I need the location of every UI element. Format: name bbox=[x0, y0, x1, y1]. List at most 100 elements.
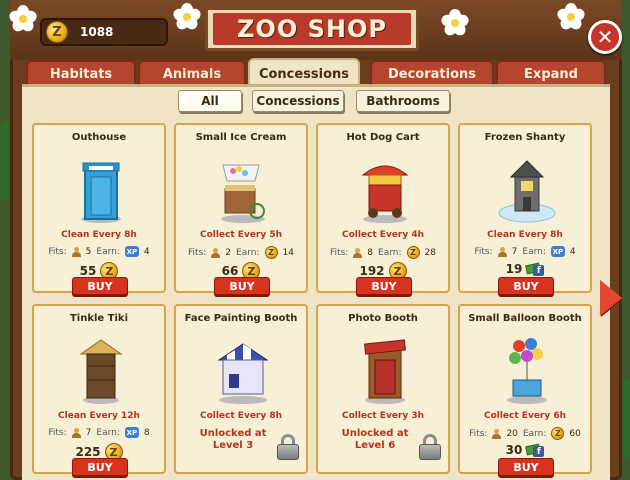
visitor-icon bbox=[353, 247, 363, 258]
buy-button[interactable]: BUY bbox=[356, 277, 412, 295]
coin-icon: Z bbox=[264, 246, 278, 259]
tab-animals[interactable]: Animals bbox=[138, 60, 246, 87]
item-price: 19 f bbox=[460, 262, 590, 276]
item-card[interactable]: Hot Dog Cart Collect Every 4h Fits: 8 Ea… bbox=[316, 123, 450, 295]
price-value: 55 bbox=[79, 264, 97, 278]
fits-label: Fits: bbox=[48, 427, 67, 438]
zoo-cash-icon: f bbox=[525, 443, 545, 457]
earn-label: Earn: bbox=[96, 246, 120, 257]
price-value: 19 bbox=[505, 262, 523, 276]
hot-dog-cart-image bbox=[361, 165, 409, 223]
item-action: Collect Every 4h bbox=[341, 230, 425, 240]
earn-label: Earn: bbox=[522, 428, 547, 439]
price-value: 225 bbox=[75, 445, 101, 459]
item-stats: Fits: 5 Earn: XP 4 bbox=[34, 246, 164, 257]
visitor-icon bbox=[71, 246, 81, 257]
item-name: Small Balloon Booth bbox=[468, 313, 582, 324]
facebook-icon: f bbox=[533, 265, 545, 276]
item-card: Photo Booth Collect Every 3h Unlocked at… bbox=[316, 304, 450, 474]
fits-value: 2 bbox=[225, 247, 232, 258]
buy-button[interactable]: BUY bbox=[214, 277, 270, 295]
fits-label: Fits: bbox=[48, 246, 67, 257]
fits-value: 5 bbox=[85, 246, 92, 257]
buy-button[interactable]: BUY bbox=[72, 277, 128, 295]
coin-icon: Z bbox=[551, 427, 565, 440]
item-stats: Fits: 7 Earn: XP 8 bbox=[34, 427, 164, 438]
price-value: 192 bbox=[359, 264, 385, 278]
buy-button[interactable]: BUY bbox=[498, 277, 554, 295]
item-name: Photo Booth bbox=[348, 313, 418, 324]
coin-balance: Z 1088 bbox=[40, 18, 168, 46]
item-stats: Fits: 20 Earn: Z 60 bbox=[460, 427, 590, 440]
coin-amount: 1088 bbox=[80, 25, 114, 39]
item-card[interactable]: Small Balloon Booth Collect Every 6h Fit… bbox=[458, 304, 592, 476]
visitor-icon bbox=[211, 247, 221, 258]
item-action: Collect Every 3h bbox=[341, 411, 425, 421]
title-sign: ZOO SHOP bbox=[205, 7, 419, 51]
item-name: Tinkle Tiki bbox=[69, 313, 129, 324]
shop-title: ZOO SHOP bbox=[213, 13, 411, 45]
price-value: 66 bbox=[221, 264, 239, 278]
flower-icon bbox=[171, 2, 203, 32]
item-name: Face Painting Booth bbox=[184, 313, 298, 324]
item-name: Hot Dog Cart bbox=[346, 132, 420, 143]
unlock-requirement: Unlocked at Level 6 bbox=[332, 428, 418, 452]
fits-label: Fits: bbox=[469, 428, 488, 439]
ice-cream-cart-image bbox=[221, 164, 265, 223]
visitor-icon bbox=[71, 427, 81, 438]
item-stats: Fits: 2 Earn: Z 14 bbox=[176, 246, 306, 259]
frozen-shanty-image bbox=[498, 160, 556, 223]
earn-value: 14 bbox=[282, 247, 294, 258]
tab-habitats[interactable]: Habitats bbox=[26, 60, 136, 87]
filter-all[interactable]: All bbox=[178, 90, 242, 112]
tab-expand[interactable]: Expand bbox=[496, 60, 606, 87]
lock-icon bbox=[418, 434, 442, 460]
item-card[interactable]: Outhouse Clean Every 8h Fits: 5 Earn: XP… bbox=[32, 123, 166, 295]
fits-value: 7 bbox=[85, 427, 92, 438]
item-card[interactable]: Tinkle Tiki Clean Every 12h Fits: 7 Earn… bbox=[32, 304, 166, 476]
xp-icon: XP bbox=[550, 246, 565, 257]
item-stats: Fits: 7 Earn: XP 4 bbox=[460, 246, 590, 257]
earn-label: Earn: bbox=[236, 247, 260, 258]
next-page-arrow-icon[interactable] bbox=[600, 280, 622, 316]
close-button[interactable]: ✕ bbox=[588, 20, 622, 54]
buy-button[interactable]: BUY bbox=[72, 458, 128, 476]
face-painting-booth-image bbox=[217, 343, 269, 404]
balloon-booth-image bbox=[507, 338, 547, 404]
item-action: Clean Every 8h bbox=[61, 230, 137, 240]
fits-label: Fits: bbox=[330, 247, 349, 258]
coin-icon: Z bbox=[406, 246, 420, 259]
xp-icon: XP bbox=[124, 427, 139, 438]
unlock-requirement: Unlocked at Level 3 bbox=[190, 428, 276, 452]
buy-button[interactable]: BUY bbox=[498, 458, 554, 476]
facebook-icon: f bbox=[533, 446, 545, 457]
tinkle-tiki-image bbox=[79, 339, 123, 404]
item-name: Outhouse bbox=[71, 132, 127, 143]
item-card[interactable]: Small Ice Cream Collect Every 5h Fits: 2… bbox=[174, 123, 308, 295]
fits-value: 7 bbox=[511, 246, 518, 257]
earn-value: 4 bbox=[143, 246, 150, 257]
item-card[interactable]: Frozen Shanty Clean Every 8h Fits: 7 Ear… bbox=[458, 123, 592, 295]
item-action: Collect Every 6h bbox=[483, 411, 567, 421]
filter-concessions[interactable]: Concessions bbox=[252, 90, 344, 112]
fits-label: Fits: bbox=[188, 247, 207, 258]
item-name: Small Ice Cream bbox=[195, 132, 287, 143]
unlock-line: Unlocked at bbox=[341, 428, 409, 439]
filter-bathrooms[interactable]: Bathrooms bbox=[356, 90, 450, 112]
item-card: Face Painting Booth Collect Every 8h Unl… bbox=[174, 304, 308, 474]
outhouse-image bbox=[81, 162, 121, 223]
earn-label: Earn: bbox=[522, 246, 546, 257]
xp-icon: XP bbox=[124, 246, 139, 257]
visitor-icon bbox=[497, 246, 507, 257]
earn-label: Earn: bbox=[96, 427, 120, 438]
item-action: Collect Every 5h bbox=[199, 230, 283, 240]
item-action: Clean Every 8h bbox=[487, 230, 563, 240]
photo-booth-image bbox=[364, 339, 406, 404]
earn-value: 28 bbox=[424, 247, 436, 258]
item-action: Clean Every 12h bbox=[58, 411, 140, 421]
tab-decorations[interactable]: Decorations bbox=[370, 60, 494, 87]
unlock-line: Unlocked at bbox=[199, 428, 267, 439]
coin-icon: Z bbox=[46, 21, 68, 43]
visitor-icon bbox=[492, 428, 502, 439]
lock-icon bbox=[276, 434, 300, 460]
